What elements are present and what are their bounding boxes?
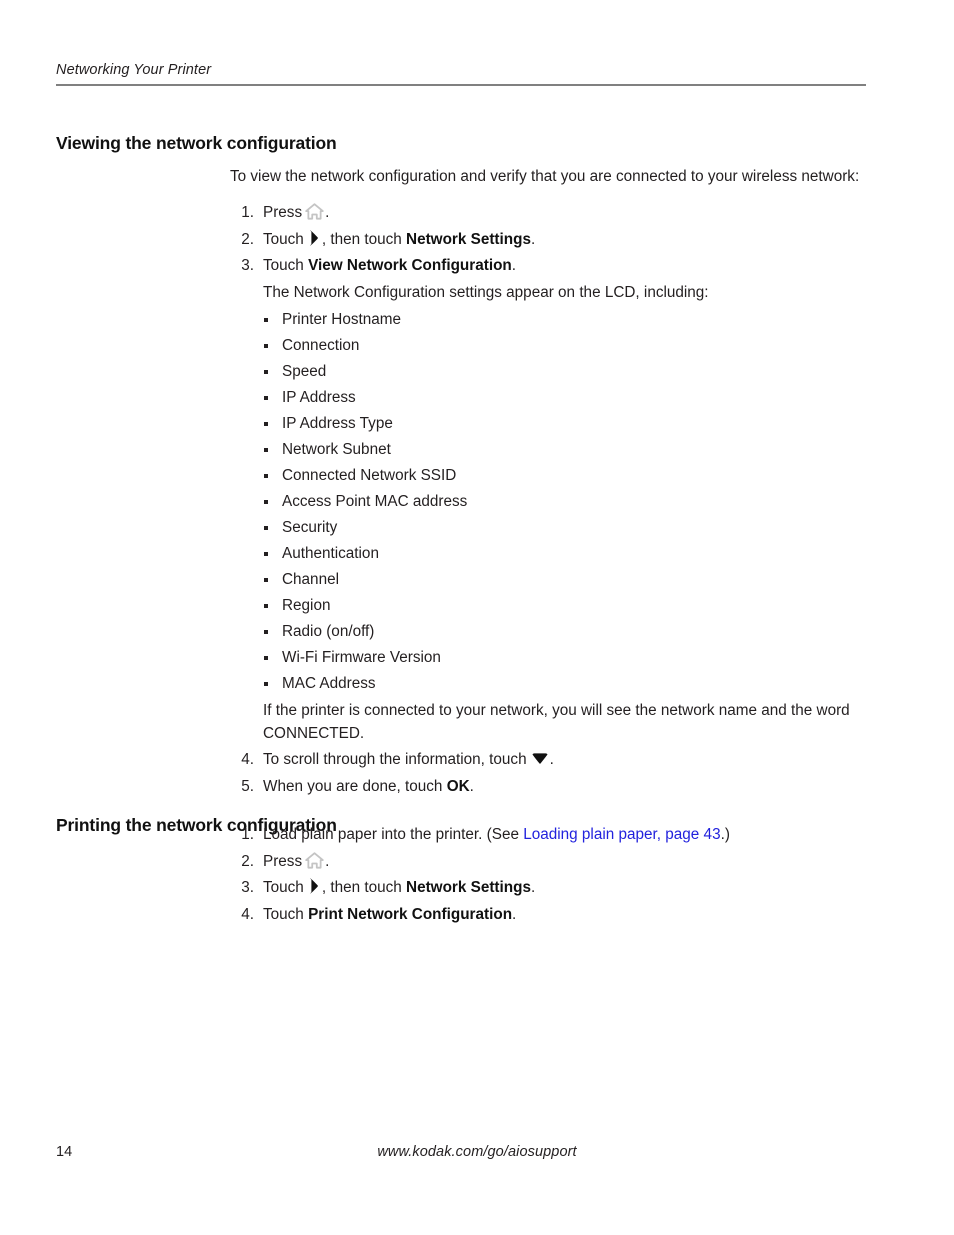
right-triangle-icon [309, 229, 319, 246]
list-item-step-3: 3. Touch View Network Configuration. The … [230, 255, 870, 745]
step-text: Touch [263, 257, 309, 274]
step-bold-term: View Network Configuration [308, 257, 512, 274]
document-page: Networking Your Printer Viewing the netw… [0, 0, 954, 1235]
list-item: Security [263, 515, 870, 541]
step-text: Press [263, 852, 303, 870]
step-bold-term: Network Settings [406, 230, 531, 248]
step-text: Load plain paper into the printer. (See [263, 826, 524, 843]
step-number: 2. [241, 852, 254, 870]
step-text-tail: . [469, 777, 474, 795]
step-3-substack: The Network Configuration settings appea… [263, 282, 870, 746]
steps-list-printing: 1. Load plain paper into the printer. (Se… [230, 824, 870, 930]
settings-lead-in: The Network Configuration settings appea… [263, 283, 709, 301]
list-item: Printer Hostname [263, 307, 870, 333]
list-item: Channel [263, 567, 870, 593]
list-item-step-1: 1. Load plain paper into the printer. (Se… [230, 824, 870, 847]
right-triangle-icon [309, 878, 319, 894]
step-text: Touch [263, 879, 304, 896]
home-icon [305, 851, 324, 869]
list-item: Authentication [263, 541, 870, 567]
step-text-tail: . [325, 204, 330, 221]
xref-link-loading-plain-paper[interactable]: Loading plain paper, page 43 [523, 826, 720, 843]
step-text: Touch [263, 905, 309, 923]
list-item-step-5: 5. When you are done, touch OK. [230, 776, 870, 799]
step-text: To scroll through the information, touch [263, 751, 527, 768]
list-item-step-4: 4. Touch Print Network Configuration. [230, 904, 870, 927]
intro-paragraph-block: To view the network configuration and ve… [230, 151, 870, 204]
list-item: Connection [263, 333, 870, 359]
list-item: Region [263, 593, 870, 619]
step-text: Touch [263, 230, 304, 248]
list-item: IP Address Type [263, 411, 870, 437]
step-bold-term: Network Settings [406, 879, 531, 896]
step-text-tail: . [512, 905, 517, 923]
header-rule [56, 84, 866, 86]
list-item: MAC Address [263, 671, 870, 697]
step-text-tail: . [549, 751, 554, 768]
step-text-tail: .) [720, 826, 730, 843]
step-number: 4. [241, 905, 254, 923]
step-text: Press [263, 204, 303, 221]
list-item: Speed [263, 359, 870, 385]
list-item: IP Address [263, 385, 870, 411]
footer-url: www.kodak.com/go/aiosupport [377, 1144, 577, 1160]
network-config-settings-list: Printer Hostname Connection Speed IP Add… [263, 307, 870, 697]
list-item: Connected Network SSID [263, 463, 870, 489]
step-text-tail: . [530, 230, 536, 248]
step-text-tail: . [530, 879, 536, 896]
step-number: 4. [241, 751, 254, 768]
list-item: Radio (on/off) [263, 619, 870, 645]
steps-list-viewing: 1. Press. 2. Touch , then touch Network Set… [230, 202, 870, 802]
running-header: Networking Your Printer [56, 62, 212, 78]
step-text-mid: , then touch [321, 879, 407, 896]
list-item: Access Point MAC address [263, 489, 870, 515]
list-item: Wi-Fi Firmware Version [263, 645, 870, 671]
list-item-step-1: 1. Press. [230, 202, 870, 225]
down-triangle-icon [531, 752, 548, 765]
step-text-tail: . [325, 852, 330, 870]
step-number: 5. [241, 777, 254, 795]
list-item-step-4: 4. To scroll through the information, tou… [230, 749, 870, 772]
list-item: Network Subnet [263, 437, 870, 463]
step-number: 2. [241, 230, 254, 248]
connected-note: If the printer is connected to your netw… [263, 702, 850, 742]
step-number: 1. [241, 204, 254, 221]
step-text-mid: , then touch [321, 230, 407, 248]
list-item-step-3: 3. Touch , then touch Network Settings. [230, 877, 870, 900]
list-item-step-2: 2. Press. [230, 851, 870, 874]
list-item-step-2: 2. Touch , then touch Network Settings. [230, 229, 870, 252]
step-number: 3. [241, 257, 254, 274]
step-text: When you are done, touch [263, 777, 447, 795]
step-bold-term: OK [446, 777, 470, 795]
step-bold-term: Print Network Configuration [308, 905, 513, 923]
step-number: 3. [241, 879, 254, 896]
intro-paragraph: To view the network configuration and ve… [230, 168, 860, 186]
home-icon [305, 203, 324, 220]
step-text-tail: . [511, 257, 517, 274]
step-number: 1. [241, 826, 254, 843]
